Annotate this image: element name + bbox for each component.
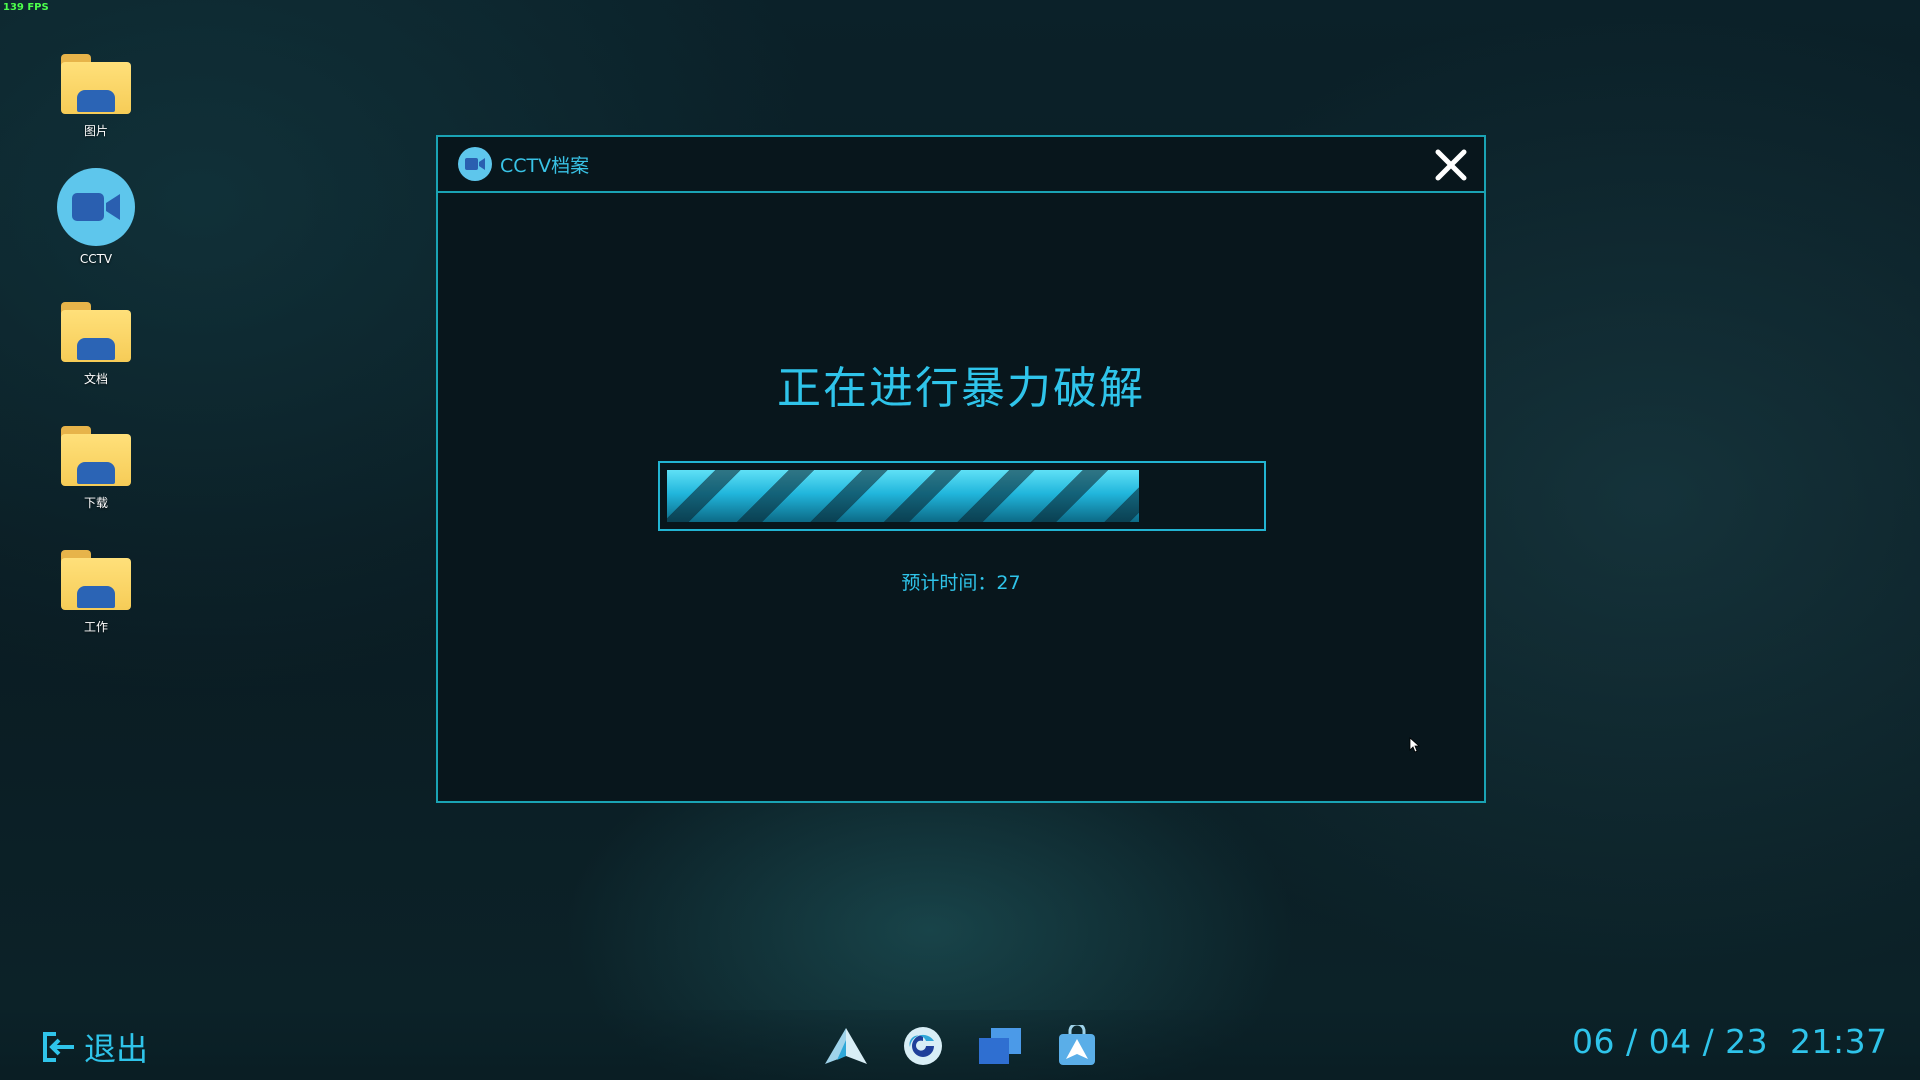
close-icon: [1435, 149, 1467, 181]
taskbar-app-browser[interactable]: [899, 1024, 947, 1068]
store-icon: [1059, 1025, 1095, 1065]
browser-icon: [904, 1027, 942, 1065]
folder-icon: [61, 426, 131, 488]
progress-bar-fill: [667, 470, 1139, 522]
desktop-icon-cctv[interactable]: CCTV: [50, 168, 142, 266]
desktop-icon-label: 图片: [83, 124, 108, 138]
taskbar-app-store[interactable]: [1053, 1024, 1101, 1068]
desktop-icon-documents[interactable]: 文档: [50, 302, 142, 387]
desktop-icon-pictures[interactable]: 图片: [50, 54, 142, 139]
progress-bar: [658, 461, 1266, 531]
logout-label: 退出: [84, 1030, 149, 1068]
desktop-icon-label: CCTV: [79, 252, 113, 266]
desktop-icon-work[interactable]: 工作: [50, 550, 142, 635]
desktop-icon-label: 文档: [83, 372, 108, 386]
window-titlebar[interactable]: CCTV档案: [438, 137, 1484, 193]
close-button[interactable]: [1430, 144, 1472, 186]
desktop-icon-label: 工作: [83, 620, 108, 634]
windows-icon: [979, 1028, 1021, 1064]
taskbar-app-windows[interactable]: [976, 1024, 1024, 1068]
eta-text: 预计时间：27: [438, 568, 1484, 595]
desktop-icon-label: 下载: [83, 496, 108, 510]
eta-label: 预计时间：: [901, 572, 997, 594]
fps-counter: 139 FPS: [3, 2, 49, 13]
mouse-cursor-icon: [1409, 737, 1421, 753]
camera-icon: [57, 168, 135, 246]
folder-icon: [61, 54, 131, 116]
navigator-icon: [825, 1028, 867, 1064]
logout-icon: [43, 1032, 74, 1062]
folder-icon: [61, 302, 131, 364]
desktop-icon-downloads[interactable]: 下载: [50, 426, 142, 511]
taskbar-clock: 21:37: [1790, 1022, 1888, 1061]
logout-button[interactable]: 退出: [42, 1024, 148, 1070]
status-headline: 正在进行暴力破解: [777, 363, 1145, 414]
cctv-archive-window: CCTV档案 正在进行暴力破解 预计时间：27: [436, 135, 1486, 803]
taskbar-app-navigator[interactable]: [822, 1024, 870, 1068]
taskbar-date: 06 / 04 / 23: [1572, 1022, 1769, 1061]
camera-icon: [458, 147, 492, 181]
eta-value: 27: [996, 572, 1021, 594]
folder-icon: [61, 550, 131, 612]
window-title: CCTV档案: [500, 154, 590, 177]
